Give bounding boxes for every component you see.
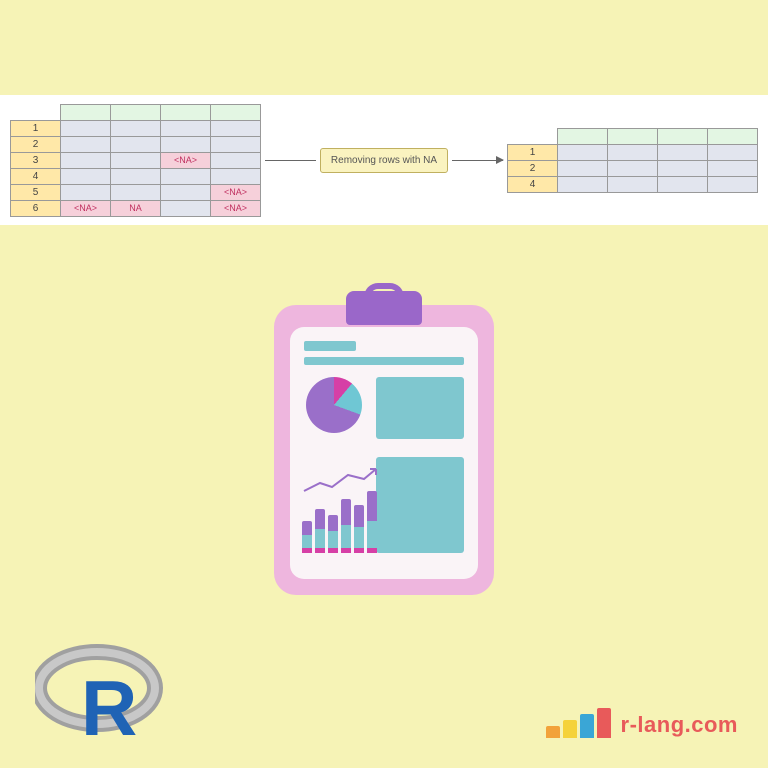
data-cell (708, 176, 758, 192)
data-cell (111, 136, 161, 152)
data-cell (211, 152, 261, 168)
data-cell (161, 184, 211, 200)
row-header: 4 (11, 168, 61, 184)
data-cell (161, 168, 211, 184)
data-cell (61, 152, 111, 168)
data-cell (111, 168, 161, 184)
right-data-table: 1 2 4 (507, 128, 758, 193)
data-cell (658, 176, 708, 192)
data-cell (111, 184, 161, 200)
paper-line-bar (304, 357, 464, 365)
row-header: 5 (11, 184, 61, 200)
na-cell: <NA> (161, 152, 211, 168)
row-header: 1 (11, 120, 61, 136)
paper-block (376, 457, 464, 553)
na-cell: <NA> (211, 200, 261, 216)
data-cell (211, 136, 261, 152)
row-header: 6 (11, 200, 61, 216)
col-header (211, 104, 261, 120)
diagram-strip: 1 2 3 <NA> 4 5 (0, 95, 768, 225)
data-cell (61, 168, 111, 184)
data-cell (658, 144, 708, 160)
data-cell (111, 152, 161, 168)
row-header: 4 (508, 176, 558, 192)
pie-chart-icon (306, 377, 362, 433)
col-header (61, 104, 111, 120)
data-cell (161, 200, 211, 216)
col-header (161, 104, 211, 120)
data-cell (658, 160, 708, 176)
clipboard-board (274, 305, 494, 595)
data-cell (708, 160, 758, 176)
col-header (558, 128, 608, 144)
col-header (111, 104, 161, 120)
row-header: 2 (11, 136, 61, 152)
svg-text:R: R (81, 664, 137, 743)
data-cell (558, 144, 608, 160)
site-footer: r-lang.com (546, 708, 738, 738)
data-cell (608, 176, 658, 192)
na-cell: <NA> (211, 184, 261, 200)
footer-bars-icon (546, 708, 611, 738)
row-header: 3 (11, 152, 61, 168)
footer-bar (546, 726, 560, 738)
clipboard-illustration (274, 305, 494, 595)
paper-block (376, 377, 464, 439)
footer-bar (563, 720, 577, 738)
left-data-table: 1 2 3 <NA> 4 5 (10, 104, 261, 217)
site-name: r-lang.com (621, 712, 738, 738)
data-cell (111, 120, 161, 136)
data-cell (608, 160, 658, 176)
data-cell (61, 184, 111, 200)
data-cell (161, 120, 211, 136)
na-cell: NA (111, 200, 161, 216)
col-header (608, 128, 658, 144)
row-header: 1 (508, 144, 558, 160)
row-header: 2 (508, 160, 558, 176)
r-logo-icon: R (35, 643, 165, 743)
na-cell: <NA> (61, 200, 111, 216)
data-cell (608, 144, 658, 160)
mini-bars (302, 483, 377, 553)
clipboard-clip (346, 291, 422, 325)
data-cell (61, 136, 111, 152)
data-cell (211, 120, 261, 136)
arrow-line (265, 160, 316, 161)
footer-bar (580, 714, 594, 738)
data-cell (161, 136, 211, 152)
data-cell (558, 160, 608, 176)
data-cell (211, 168, 261, 184)
paper-header-bar (304, 341, 356, 351)
col-header (658, 128, 708, 144)
process-box: Removing rows with NA (320, 148, 448, 173)
data-cell (558, 176, 608, 192)
data-cell (708, 144, 758, 160)
clipboard-paper (290, 327, 478, 579)
data-cell (61, 120, 111, 136)
col-header (708, 128, 758, 144)
bar-chart-icon (302, 457, 382, 553)
footer-bar (597, 708, 611, 738)
arrow-head-line (452, 160, 503, 161)
